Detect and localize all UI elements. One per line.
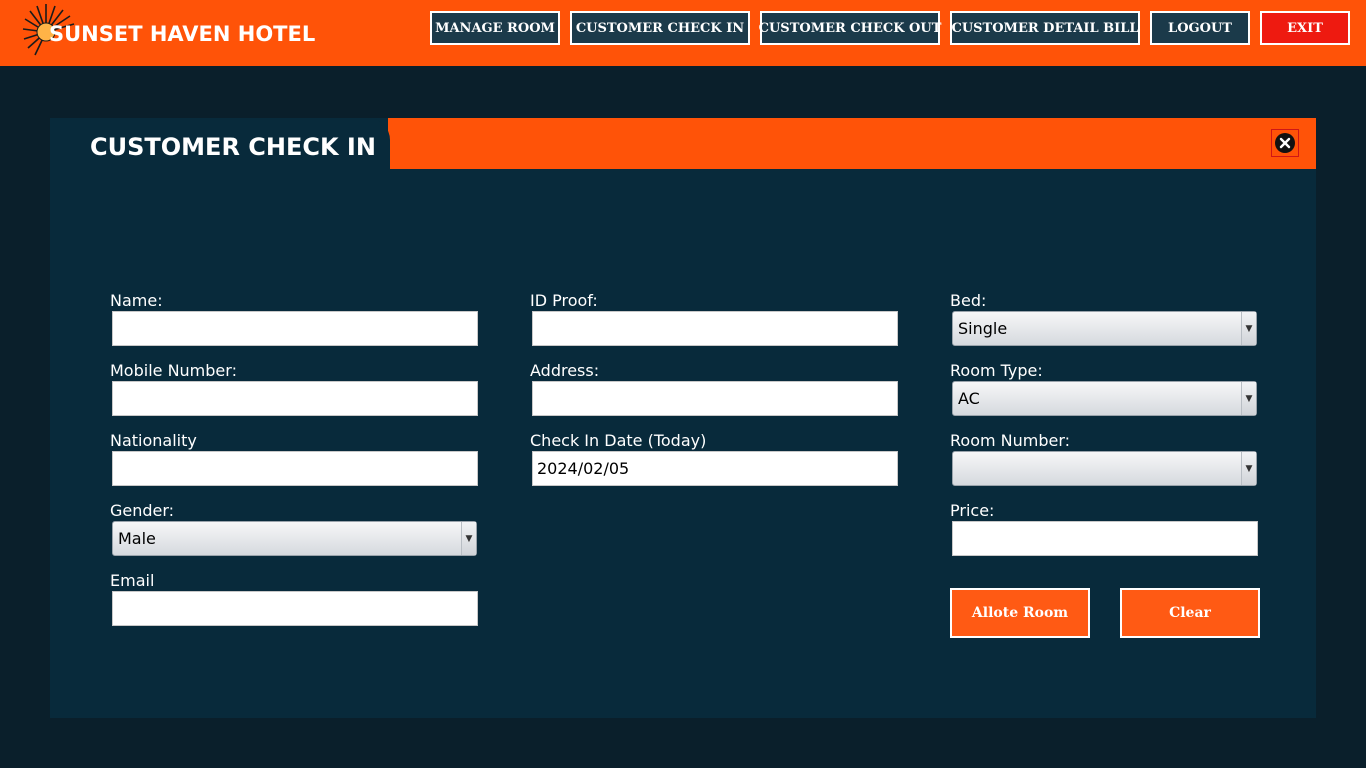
nationality-label: Nationality [110,431,197,450]
mobile-number-label: Mobile Number: [110,361,237,380]
bed-select[interactable]: Single ▼ [952,311,1257,346]
clear-button[interactable]: Clear [1120,588,1260,638]
room-type-selected-value: AC [958,389,980,408]
room-number-select[interactable]: ▼ [952,451,1257,486]
gender-selected-value: Male [118,529,156,548]
name-input[interactable] [112,311,478,346]
manage-room-button[interactable]: MANAGE ROOM [430,11,560,45]
bed-selected-value: Single [958,319,1008,338]
panel-header: CUSTOMER CHECK IN [50,118,1316,169]
nationality-input[interactable] [112,451,478,486]
address-label: Address: [530,361,600,380]
address-input[interactable] [532,381,898,416]
hotel-name: SUNSET HAVEN HOTEL [49,22,316,46]
name-label: Name: [110,291,163,310]
id-proof-label: ID Proof: [530,291,598,310]
dropdown-arrow-icon[interactable]: ▼ [1241,312,1256,345]
check-in-date-label: Check In Date (Today) [530,431,707,450]
email-input[interactable] [112,591,478,626]
exit-button[interactable]: EXIT [1260,11,1350,45]
email-label: Email [110,571,155,590]
customer-check-out-button[interactable]: CUSTOMER CHECK OUT [759,11,941,45]
customer-detail-bill-button[interactable]: CUSTOMER DETAIL BILL [950,11,1140,45]
room-number-label: Room Number: [950,431,1071,450]
check-in-date-input[interactable] [532,451,898,486]
panel-title: CUSTOMER CHECK IN [90,133,376,161]
gender-label: Gender: [110,501,175,520]
room-type-select[interactable]: AC ▼ [952,381,1257,416]
room-type-label: Room Type: [950,361,1043,380]
id-proof-input[interactable] [532,311,898,346]
customer-check-in-button[interactable]: CUSTOMER CHECK IN [570,11,750,45]
allot-room-button[interactable]: Allote Room [950,588,1090,638]
gender-select[interactable]: Male ▼ [112,521,477,556]
logout-button[interactable]: LOGOUT [1150,11,1250,45]
close-panel-button[interactable] [1271,129,1299,157]
mobile-number-input[interactable] [112,381,478,416]
hotel-logo: SUNSET HAVEN HOTEL [22,2,322,60]
bed-label: Bed: [950,291,987,310]
dropdown-arrow-icon[interactable]: ▼ [1241,382,1256,415]
dropdown-arrow-icon[interactable]: ▼ [1241,452,1256,485]
price-input[interactable] [952,521,1258,556]
top-bar: SUNSET HAVEN HOTEL MANAGE ROOM CUSTOMER … [0,0,1366,66]
price-label: Price: [950,501,995,520]
close-icon [1275,133,1295,153]
dropdown-arrow-icon[interactable]: ▼ [461,522,476,555]
